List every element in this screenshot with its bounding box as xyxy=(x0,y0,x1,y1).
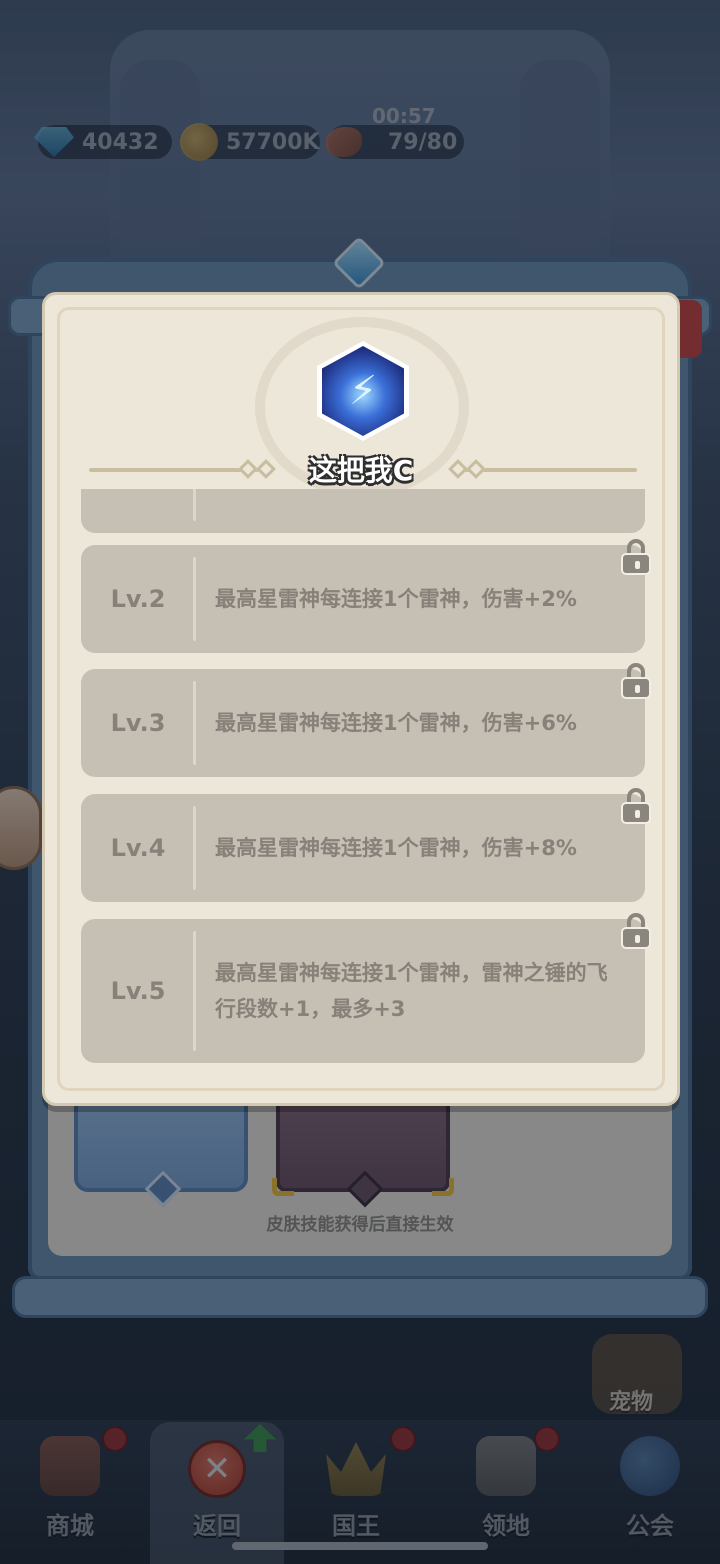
lock-icon xyxy=(621,539,651,575)
lock-icon xyxy=(621,788,651,824)
level-description: 最高星雷神每连接1个雷神，伤害+6% xyxy=(215,711,577,735)
lock-icon xyxy=(621,663,651,699)
row-divider xyxy=(193,806,196,890)
row-divider xyxy=(193,931,196,1051)
level-label: Lv.2 xyxy=(110,585,166,613)
title-divider-left xyxy=(89,468,259,472)
level-label: Lv.3 xyxy=(110,709,166,737)
level-row: Lv.2 最高星雷神每连接1个雷神，伤害+2% xyxy=(81,545,645,653)
lock-icon xyxy=(621,913,651,949)
level-description: 最高星雷神每连接1个雷神，伤害+2% xyxy=(215,587,577,611)
level-label: Lv.5 xyxy=(110,977,166,1005)
level-description: 最高星雷神每连接1个雷神，雷神之锤的飞行段数+1，最多+3 xyxy=(215,961,608,1021)
row-divider xyxy=(193,681,196,765)
level-row: Lv.4 最高星雷神每连接1个雷神，伤害+8% xyxy=(81,794,645,902)
skill-detail-modal: ⚡ 这把我C Lv.2 最高星雷神每连接1个雷神，伤害+2% Lv.3 最高星雷… xyxy=(42,292,680,1106)
level-label: Lv.4 xyxy=(110,834,166,862)
lightning-bolt-icon: ⚡ xyxy=(322,346,404,436)
level-row: Lv.3 最高星雷神每连接1个雷神，伤害+6% xyxy=(81,669,645,777)
level-list[interactable]: Lv.2 最高星雷神每连接1个雷神，伤害+2% Lv.3 最高星雷神每连接1个雷… xyxy=(81,489,645,1079)
row-divider xyxy=(193,557,196,641)
row-divider xyxy=(193,489,196,521)
level-description: 最高星雷神每连接1个雷神，伤害+8% xyxy=(215,836,577,860)
level-row xyxy=(81,489,645,533)
level-row: Lv.5 最高星雷神每连接1个雷神，雷神之锤的飞行段数+1，最多+3 xyxy=(81,919,645,1063)
skill-title: 这把我C xyxy=(308,454,414,487)
